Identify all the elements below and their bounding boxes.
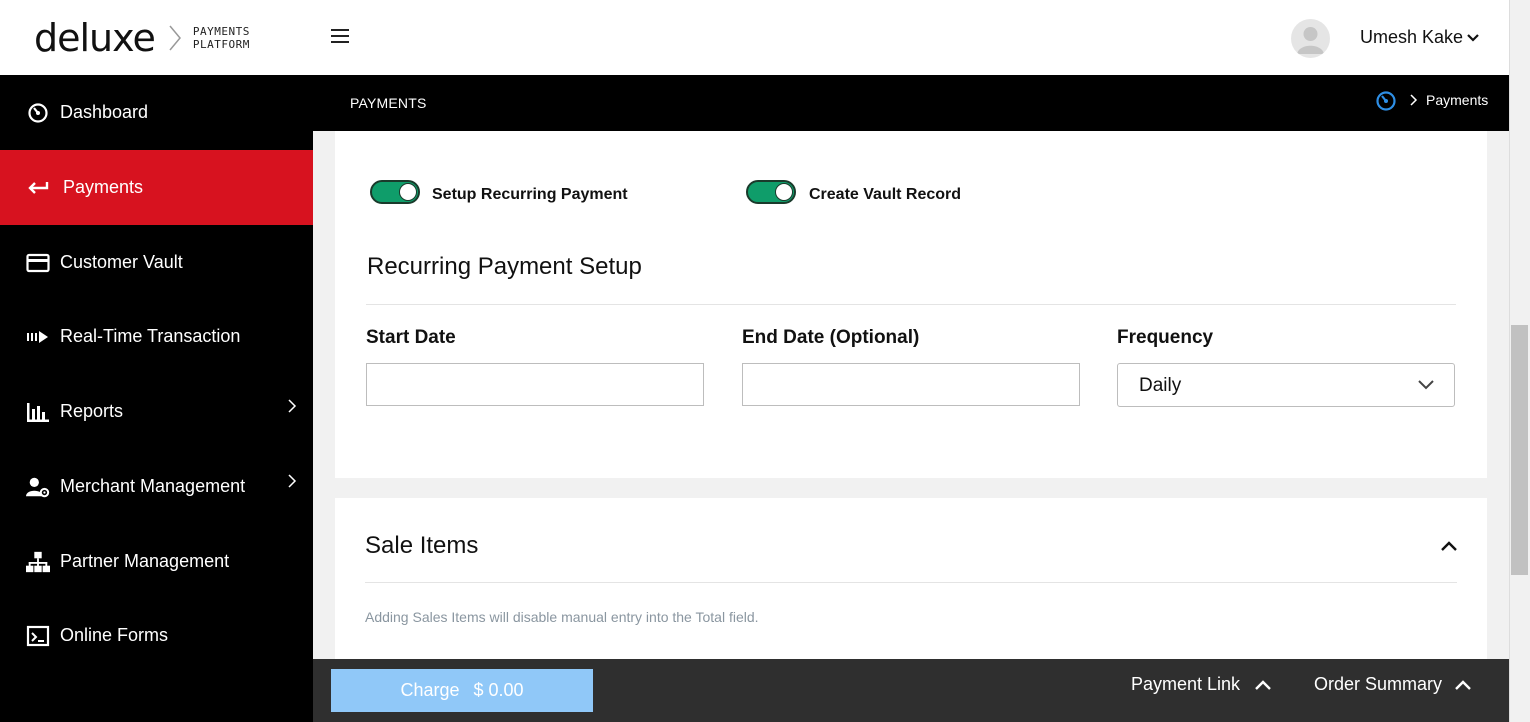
return-arrow-icon <box>26 176 50 200</box>
sidebar-item-label: Payments <box>63 177 144 197</box>
create-vault-label: Create Vault Record <box>809 186 962 203</box>
sidebar-item-online-forms[interactable]: Online Forms <box>0 598 313 673</box>
chevron-up-icon[interactable] <box>1255 679 1271 691</box>
chevron-right-icon <box>288 399 297 413</box>
end-date-input[interactable] <box>742 363 1080 406</box>
section-divider <box>365 582 1457 583</box>
checkout-footer: Charge $ 0.00 Payment Link Order Summary <box>313 659 1509 722</box>
charge-button[interactable]: Charge $ 0.00 <box>331 669 593 712</box>
user-avatar-icon[interactable] <box>1291 19 1330 58</box>
start-date-label: Start Date <box>366 327 456 348</box>
recurring-section-title: Recurring Payment Setup <box>367 253 642 280</box>
credit-card-icon <box>26 251 50 275</box>
user-name[interactable]: Umesh Kake <box>1360 27 1463 48</box>
sidebar-item-payments[interactable]: Payments <box>0 150 313 225</box>
charge-label: Charge <box>400 680 460 700</box>
breadcrumb[interactable]: Payments <box>1426 92 1488 108</box>
logo-wordmark: deluxe <box>34 16 156 60</box>
end-date-label: End Date (Optional) <box>742 327 920 348</box>
page-title: PAYMENTS <box>350 95 427 111</box>
page-subheader: PAYMENTS Payments <box>313 75 1509 131</box>
form-icon <box>26 624 50 648</box>
order-summary-toggle[interactable]: Order Summary <box>1314 674 1442 695</box>
chevron-right-icon <box>288 474 297 488</box>
sidebar: Dashboard Payments Customer Vault Real-T… <box>0 75 313 722</box>
page-scrollbar-thumb[interactable] <box>1511 325 1528 575</box>
frequency-label: Frequency <box>1117 327 1214 348</box>
sidebar-item-real-time-transaction[interactable]: Real-Time Transaction <box>0 299 313 374</box>
dashboard-gauge-icon <box>26 101 50 125</box>
create-vault-toggle[interactable] <box>746 180 796 204</box>
sale-items-title: Sale Items <box>365 532 479 559</box>
logo-subtitle: PAYMENTS PLATFORM <box>193 25 250 51</box>
chevron-up-icon[interactable] <box>1455 679 1471 691</box>
sidebar-item-label: Real-Time Transaction <box>60 326 241 346</box>
sidebar-item-label: Customer Vault <box>60 252 183 272</box>
charge-amount: $ 0.00 <box>473 680 524 700</box>
sidebar-item-reports[interactable]: Reports <box>0 374 313 449</box>
sidebar-item-label: Reports <box>60 401 124 421</box>
top-header: deluxe PAYMENTS PLATFORM Umesh Kake <box>0 0 1509 75</box>
bar-chart-icon <box>26 400 50 424</box>
sidebar-item-label: Online Forms <box>60 625 169 645</box>
hamburger-icon[interactable] <box>331 29 349 45</box>
recurring-payment-card: Setup Recurring Payment Create Vault Rec… <box>335 131 1487 478</box>
frequency-select[interactable]: Daily <box>1117 363 1455 407</box>
sidebar-item-customer-vault[interactable]: Customer Vault <box>0 225 313 300</box>
sidebar-item-label: Dashboard <box>60 102 149 122</box>
logo-subtitle-line1: PAYMENTS <box>192 25 250 38</box>
chevron-down-icon[interactable] <box>1467 32 1479 44</box>
breadcrumb-chevron-icon <box>1410 94 1418 106</box>
chevron-down-icon <box>1418 380 1434 390</box>
sidebar-item-merchant-management[interactable]: Merchant Management <box>0 449 313 524</box>
logo-chevron-icon <box>169 25 181 51</box>
sidebar-item-label: Merchant Management <box>60 476 246 496</box>
sidebar-item-partner-management[interactable]: Partner Management <box>0 524 313 599</box>
setup-recurring-toggle[interactable] <box>370 180 420 204</box>
dashboard-gauge-icon[interactable] <box>1375 90 1397 112</box>
user-gear-icon <box>26 475 50 499</box>
section-divider <box>366 304 1456 305</box>
chevron-up-icon[interactable] <box>1441 540 1457 552</box>
start-date-input[interactable] <box>366 363 704 406</box>
org-chart-icon <box>26 550 50 574</box>
fast-forward-icon <box>26 325 50 349</box>
setup-recurring-label: Setup Recurring Payment <box>432 186 628 203</box>
sale-items-hint: Adding Sales Items will disable manual e… <box>365 609 759 625</box>
sidebar-item-dashboard[interactable]: Dashboard <box>0 75 313 150</box>
frequency-value: Daily <box>1139 375 1182 396</box>
sidebar-item-label: Partner Management <box>60 551 230 571</box>
logo-subtitle-line2: PLATFORM <box>192 38 250 51</box>
deluxe-logo[interactable]: deluxe PAYMENTS PLATFORM <box>34 18 250 58</box>
payment-link-toggle[interactable]: Payment Link <box>1131 674 1240 695</box>
